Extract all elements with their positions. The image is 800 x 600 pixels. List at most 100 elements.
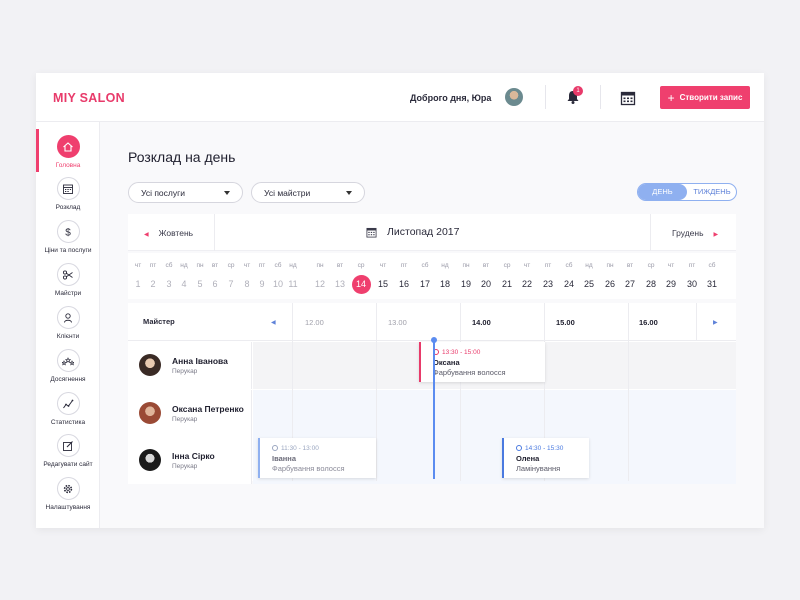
day-cell[interactable]: нд 18 bbox=[435, 253, 455, 299]
sidebar-item-masters[interactable]: Майстри bbox=[36, 263, 100, 297]
day-cell[interactable]: ср 21 bbox=[497, 253, 517, 299]
sidebar-item-statistics[interactable]: Статистика bbox=[36, 392, 100, 426]
day-cell[interactable]: пт 30 bbox=[682, 253, 702, 299]
table-row[interactable]: Оксана Петренко Перукар bbox=[128, 390, 736, 437]
day-cell[interactable]: нд 25 bbox=[579, 253, 599, 299]
next-month-button[interactable]: Грудень ▶ bbox=[672, 228, 718, 238]
page-title: Розклад на день bbox=[128, 149, 236, 165]
edit-icon bbox=[56, 434, 80, 457]
day-number: 31 bbox=[706, 279, 717, 289]
sidebar-item-clients[interactable]: Клієнти bbox=[36, 306, 100, 340]
master-column-header: Майстер bbox=[143, 317, 175, 326]
days-strip: чт 1 пт 2 сб 3 нд 4 пн 5 вт 6 ср 7 чт 8 пт 9 сб 10 нд 11 пн 12 в… bbox=[128, 253, 736, 299]
day-number: 20 bbox=[480, 279, 491, 289]
day-cell[interactable]: нд 11 bbox=[283, 253, 303, 299]
prev-month-button[interactable]: ◀ Жовтень bbox=[144, 228, 193, 238]
masters-dropdown[interactable]: Усі майстри bbox=[251, 182, 365, 203]
gear-icon bbox=[56, 477, 80, 500]
master-role: Перукар bbox=[172, 463, 198, 470]
sidebar-item-label: Розклад bbox=[55, 204, 81, 211]
sidebar-item-label: Головна bbox=[55, 162, 81, 169]
day-weekday: нд bbox=[441, 262, 449, 269]
day-cell[interactable]: сб 31 bbox=[702, 253, 722, 299]
home-icon bbox=[56, 135, 80, 158]
view-day-button[interactable]: ДЕНЬ bbox=[638, 184, 687, 200]
services-dropdown[interactable]: Усі послуги bbox=[128, 182, 243, 203]
clock-icon bbox=[272, 445, 278, 451]
day-cell[interactable]: пн 26 bbox=[600, 253, 620, 299]
create-appointment-button[interactable]: + Створити запис bbox=[660, 86, 750, 109]
sidebar-item-label: Налаштування bbox=[45, 504, 91, 511]
grid-line bbox=[696, 303, 697, 341]
day-cell[interactable]: чт 22 bbox=[517, 253, 537, 299]
day-number: 11 bbox=[288, 279, 298, 289]
day-weekday: вт bbox=[626, 262, 634, 269]
day-cell-today[interactable]: ср 14 bbox=[351, 253, 371, 299]
day-cell[interactable]: чт 29 bbox=[661, 253, 681, 299]
day-cell[interactable]: пн 19 bbox=[456, 253, 476, 299]
calendar-icon[interactable] bbox=[620, 90, 636, 106]
time-label: 12.00 bbox=[305, 318, 324, 327]
day-number: 13 bbox=[334, 279, 345, 289]
sidebar-item-home[interactable]: Головна bbox=[36, 135, 100, 169]
svg-text:$: $ bbox=[65, 227, 71, 238]
table-row[interactable]: Інна Сірко Перукар bbox=[128, 437, 736, 484]
day-number: 16 bbox=[398, 279, 409, 289]
day-cell[interactable]: вт 27 bbox=[620, 253, 640, 299]
appointment-card[interactable]: 13:30 - 15:00 Оксана Фарбування волосся bbox=[419, 342, 545, 382]
day-cell[interactable]: пт 23 bbox=[538, 253, 558, 299]
day-cell[interactable]: сб 24 bbox=[559, 253, 579, 299]
clients-icon bbox=[56, 306, 80, 329]
day-cell[interactable]: чт 15 bbox=[373, 253, 393, 299]
day-cell[interactable]: пт 16 bbox=[394, 253, 414, 299]
day-number: 30 bbox=[686, 279, 697, 289]
day-weekday: чт bbox=[667, 262, 675, 269]
day-weekday: вт bbox=[482, 262, 490, 269]
day-weekday: сб bbox=[708, 262, 716, 269]
day-cell[interactable]: ср 28 bbox=[641, 253, 661, 299]
day-weekday: сб bbox=[565, 262, 573, 269]
time-label: 14.00 bbox=[472, 318, 491, 327]
sidebar-item-label: Клієнти bbox=[56, 333, 80, 340]
day-cell[interactable]: пн 12 bbox=[310, 253, 330, 299]
appointment-service: Ламінування bbox=[516, 464, 561, 473]
appointment-card[interactable]: 11:30 - 13:00 Іванна Фарбування волосся bbox=[258, 438, 376, 478]
view-week-button[interactable]: ТИЖДЕНЬ bbox=[687, 184, 737, 200]
sidebar-item-label: Ціни та послуги bbox=[44, 247, 92, 254]
grid-line bbox=[460, 303, 461, 481]
master-name: Інна Сірко bbox=[172, 451, 215, 461]
services-dropdown-value: Усі послуги bbox=[141, 187, 185, 198]
day-weekday: ср bbox=[503, 262, 511, 269]
logo[interactable]: MIY SALON bbox=[53, 91, 125, 105]
sidebar-item-schedule[interactable]: Розклад bbox=[36, 177, 100, 211]
user-avatar[interactable] bbox=[505, 88, 523, 106]
day-number: 26 bbox=[604, 279, 615, 289]
day-cell[interactable]: вт 20 bbox=[476, 253, 496, 299]
day-cell[interactable]: вт 13 bbox=[330, 253, 350, 299]
timeline-next-icon[interactable]: ▶ bbox=[713, 319, 718, 326]
master-role: Перукар bbox=[172, 368, 198, 375]
day-weekday: чт bbox=[379, 262, 387, 269]
grid-line bbox=[628, 303, 629, 481]
day-number: 24 bbox=[563, 279, 574, 289]
day-cell[interactable]: сб 17 bbox=[415, 253, 435, 299]
timeline-prev-icon[interactable]: ◀ bbox=[271, 319, 276, 326]
masters-dropdown-value: Усі майстри bbox=[264, 187, 311, 198]
divider bbox=[650, 214, 651, 251]
appointment-client: Іванна bbox=[272, 454, 296, 463]
plus-icon: + bbox=[667, 90, 675, 105]
app-window: MIY SALON Доброго дня, Юра 1 + Створити … bbox=[36, 73, 764, 528]
divider bbox=[600, 85, 601, 109]
sidebar-item-prices[interactable]: $ Ціни та послуги bbox=[36, 220, 100, 254]
appointment-card[interactable]: 14:30 - 15:30 Олена Ламінування bbox=[502, 438, 589, 478]
month-navigation: ◀ Жовтень Листопад 2017 Грудень ▶ bbox=[128, 214, 736, 251]
sidebar-item-achievements[interactable]: Досягнення bbox=[36, 349, 100, 383]
clock-icon bbox=[516, 445, 522, 451]
sidebar-item-edit-site[interactable]: Редагувати сайт bbox=[36, 434, 100, 468]
avatar bbox=[139, 449, 161, 471]
day-number: 29 bbox=[665, 279, 676, 289]
day-number: 28 bbox=[645, 279, 656, 289]
master-cell: Оксана Петренко Перукар bbox=[128, 390, 252, 437]
time-label: 15.00 bbox=[556, 318, 575, 327]
sidebar-item-settings[interactable]: Налаштування bbox=[36, 477, 100, 511]
